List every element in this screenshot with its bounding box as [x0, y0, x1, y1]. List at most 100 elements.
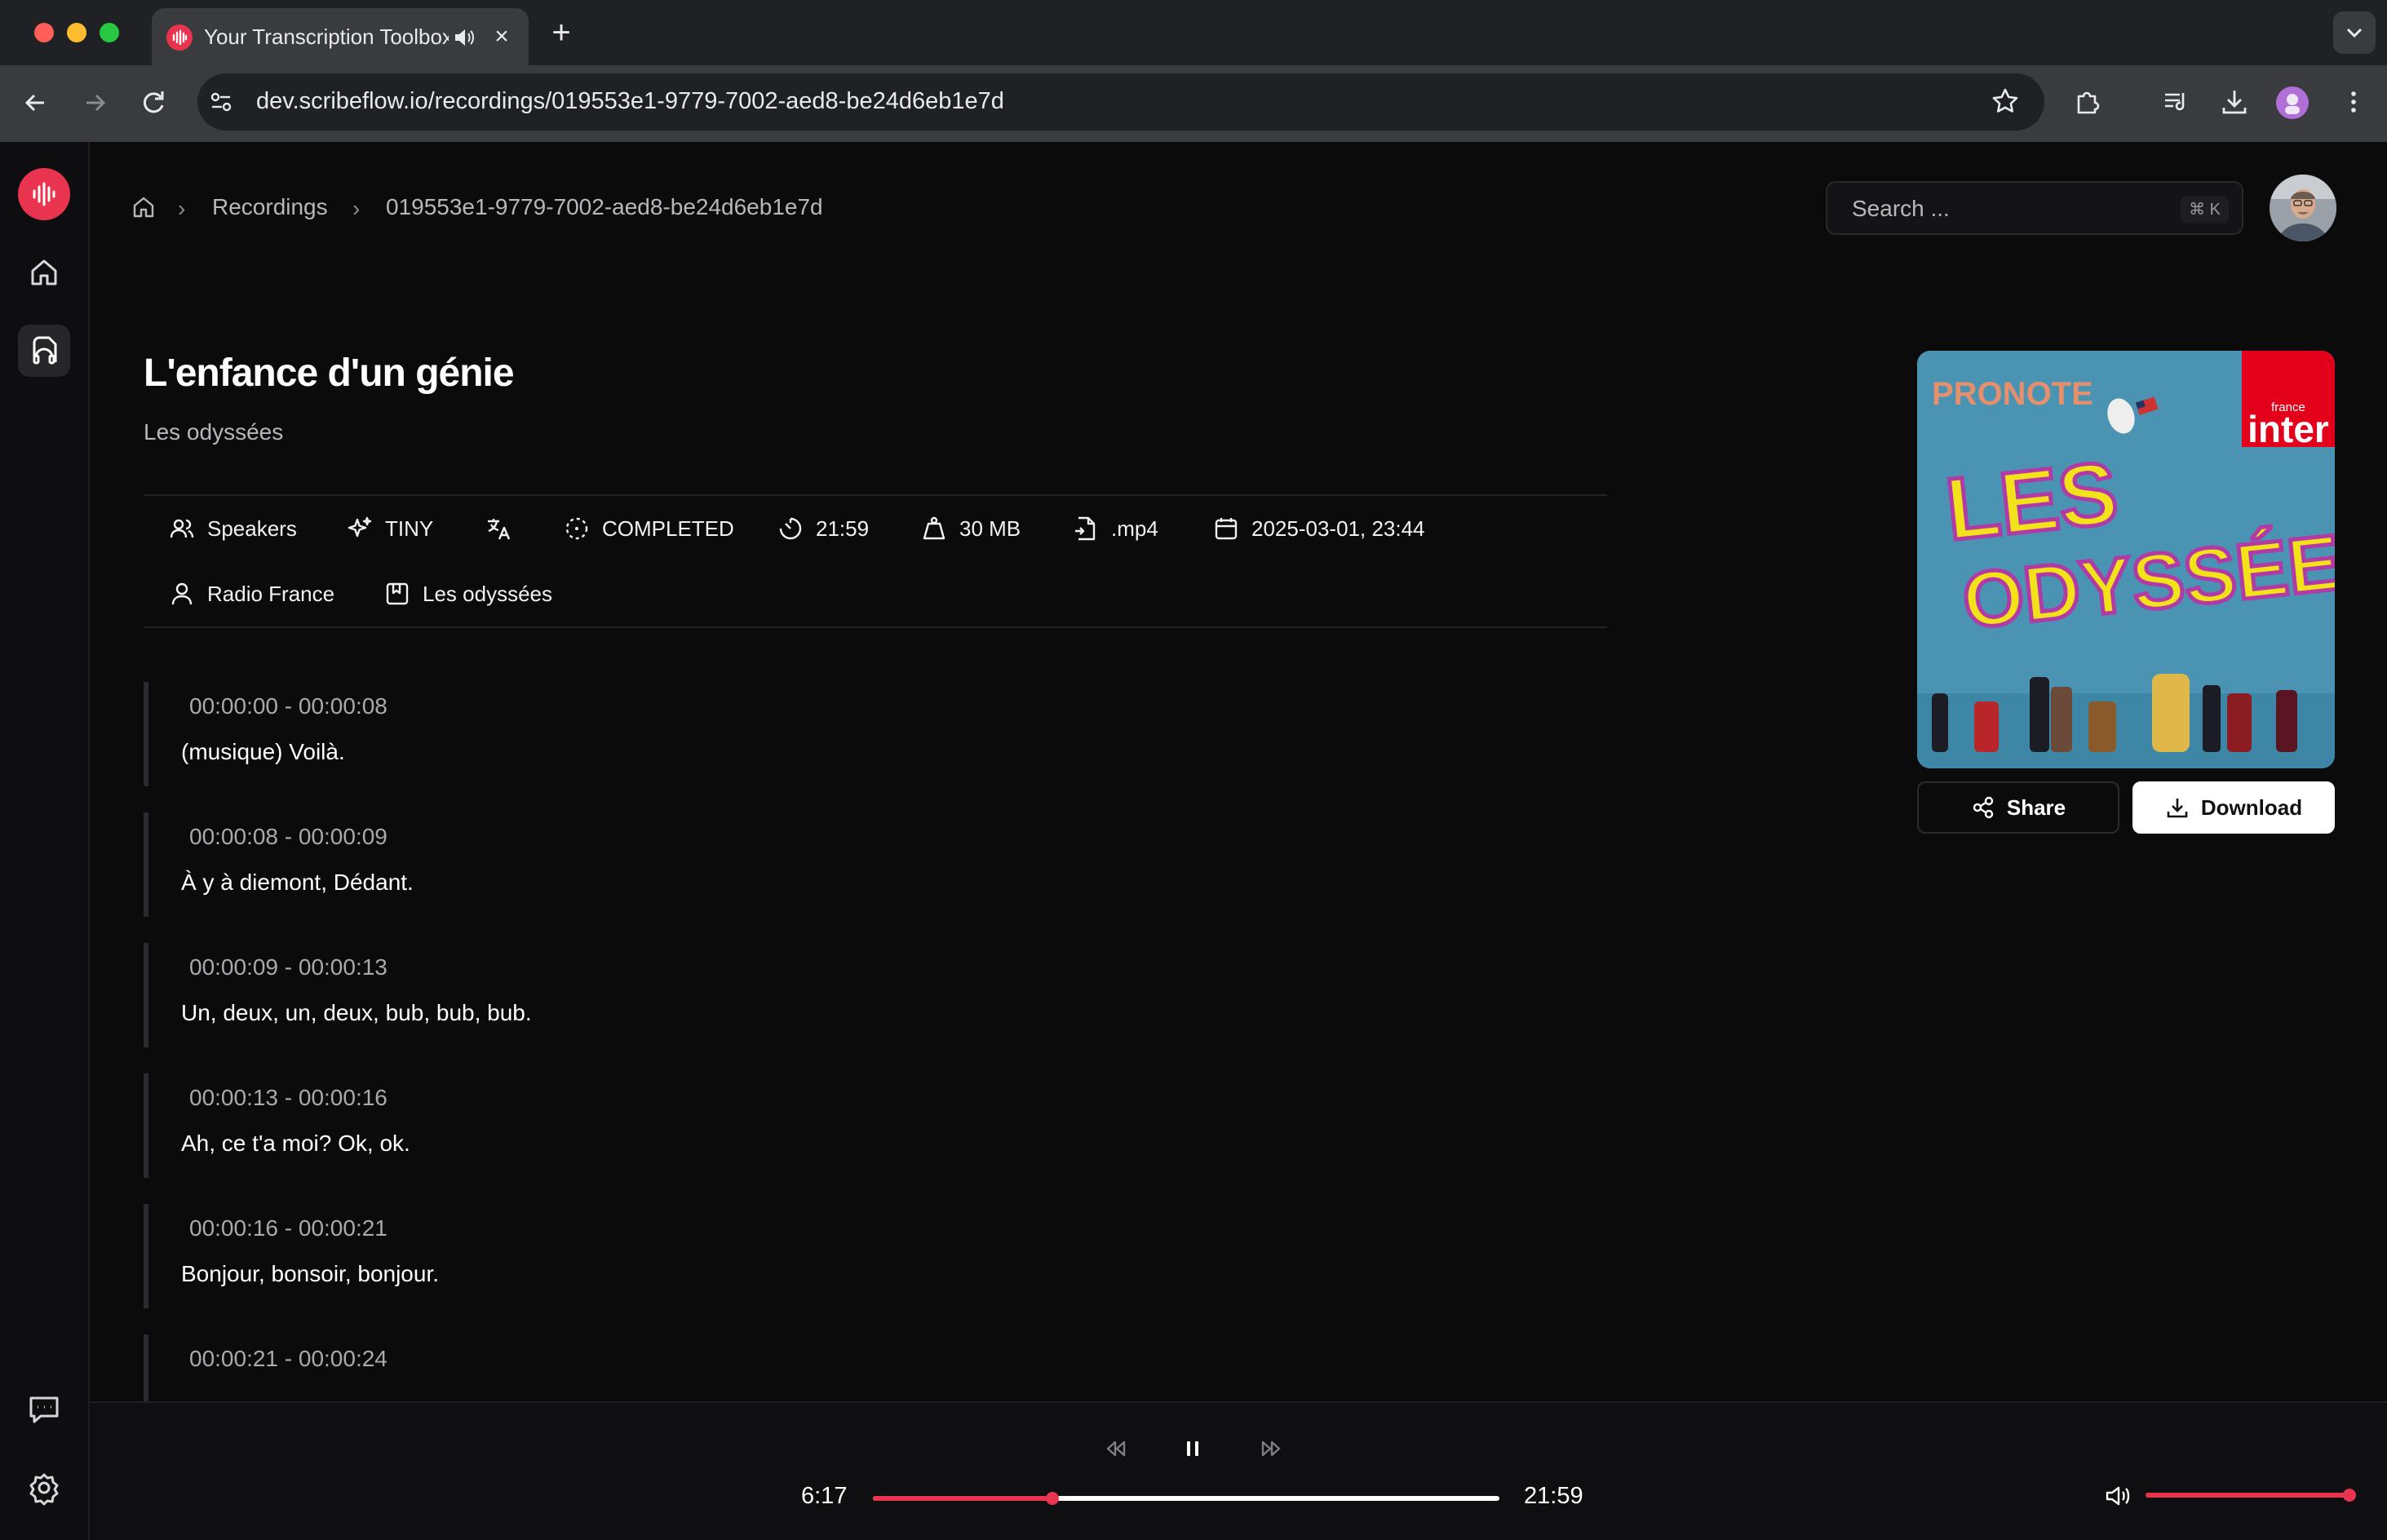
back-arrow-icon[interactable] — [18, 85, 54, 121]
window-close-button[interactable] — [34, 23, 54, 42]
download-button[interactable]: Download — [2132, 781, 2335, 834]
progress-handle[interactable] — [1045, 1492, 1059, 1505]
meta-language[interactable] — [485, 512, 512, 545]
meta-model-label: TINY — [385, 516, 434, 541]
transcript-segment[interactable]: 00:00:00 - 00:00:08 (musique) Voilà. — [144, 682, 1041, 786]
current-time: 6:17 — [801, 1483, 848, 1509]
transcript-segment[interactable]: 00:00:08 - 00:00:09 À y à diemont, Dédan… — [144, 812, 1041, 917]
browser-menu-icon[interactable] — [2338, 86, 2369, 117]
cover-title-line1: LES — [1942, 443, 2123, 559]
meta-duration: 21:59 — [777, 512, 869, 545]
favicon-icon — [166, 24, 193, 51]
page-title: L'enfance d'un génie — [144, 352, 515, 395]
volume-icon[interactable] — [2103, 1481, 2132, 1511]
meta-size: 30 MB — [920, 512, 1021, 545]
breadcrumb-home-icon[interactable] — [129, 192, 158, 222]
tab-title: Your Transcription Toolbox — [204, 24, 449, 49]
search-input[interactable] — [1852, 196, 2146, 222]
url-text[interactable]: dev.scribeflow.io/recordings/019553e1-97… — [256, 88, 1004, 115]
meta-format: .mp4 — [1072, 512, 1158, 545]
recordings-icon — [33, 336, 57, 365]
cover-station-text: inter — [2248, 408, 2329, 450]
meta-duration-label: 21:59 — [816, 516, 870, 541]
meta-publisher[interactable]: Radio France — [168, 578, 334, 610]
waveform-logo-icon[interactable] — [18, 168, 70, 220]
fast-forward-icon[interactable] — [1255, 1432, 1287, 1465]
sidebar-item-settings[interactable] — [18, 1462, 70, 1514]
progress-fill — [873, 1496, 1052, 1501]
segment-text: Ah, ce t'a moi? Ok, ok. — [181, 1131, 410, 1156]
meta-date-label: 2025-03-01, 23:44 — [1251, 516, 1425, 541]
new-tab-button[interactable]: + — [545, 16, 578, 49]
podcast-cover-image: PRONOTE france inter LES ODYSSÉES — [1917, 351, 2335, 768]
breadcrumb-recordings[interactable]: Recordings — [212, 194, 328, 220]
share-button[interactable]: Share — [1917, 781, 2119, 834]
tab-close-icon[interactable]: × — [488, 23, 516, 51]
download-button-label: Download — [2200, 794, 2303, 820]
weight-icon — [923, 516, 946, 540]
browser-profile-avatar[interactable] — [2276, 86, 2309, 119]
share-icon — [1973, 796, 1994, 819]
user-avatar[interactable] — [2270, 175, 2336, 241]
download-icon[interactable] — [2219, 86, 2250, 117]
download-icon — [2167, 799, 2188, 818]
breadcrumb-separator-icon: › — [178, 196, 186, 221]
reload-icon[interactable] — [135, 85, 171, 121]
meta-date: 2025-03-01, 23:44 — [1212, 512, 1425, 545]
search-box[interactable]: ⌘ K — [1826, 181, 2243, 235]
extensions-icon[interactable] — [2072, 86, 2103, 117]
segment-time: 00:00:00 - 00:00:08 — [189, 693, 388, 719]
user-icon — [171, 582, 193, 605]
media-controls-icon[interactable] — [2160, 86, 2191, 117]
forward-arrow-icon[interactable] — [77, 85, 113, 121]
segment-time: 00:00:13 - 00:00:16 — [189, 1085, 388, 1110]
segment-time: 00:00:16 - 00:00:21 — [189, 1215, 388, 1241]
chat-icon — [29, 1396, 59, 1423]
breadcrumb-separator-icon: › — [352, 196, 361, 221]
tab-audio-icon[interactable] — [452, 26, 476, 49]
transcript-segment[interactable]: 00:00:21 - 00:00:24 — [144, 1334, 1041, 1401]
audio-player — [90, 1401, 2387, 1540]
browser-tab[interactable]: Your Transcription Toolbox × — [152, 8, 529, 65]
meta-size-label: 30 MB — [959, 516, 1021, 541]
site-info-icon[interactable] — [209, 90, 233, 114]
home-icon — [31, 259, 57, 285]
bookmark-book-icon — [386, 582, 409, 605]
segment-text: Bonjour, bonsoir, bonjour. — [181, 1261, 440, 1286]
calendar-icon — [1215, 518, 1238, 540]
segment-text: Un, deux, un, deux, bub, bub, bub. — [181, 1000, 532, 1025]
meta-status: COMPLETED — [563, 512, 734, 545]
bookmark-star-icon[interactable] — [1991, 86, 2020, 116]
sidebar-item-home[interactable] — [18, 246, 70, 299]
total-time: 21:59 — [1524, 1483, 1583, 1509]
tab-search-button[interactable] — [2333, 11, 2376, 54]
sidebar-item-recordings[interactable] — [18, 325, 70, 377]
volume-handle[interactable] — [2343, 1489, 2356, 1502]
users-icon — [170, 519, 194, 538]
meta-collection-label: Les odyssées — [423, 581, 552, 606]
page-subtitle: Les odyssées — [144, 419, 284, 445]
transcript-segment[interactable]: 00:00:09 - 00:00:13 Un, deux, un, deux, … — [144, 943, 1041, 1047]
window-minimize-button[interactable] — [67, 23, 86, 42]
segment-time: 00:00:09 - 00:00:13 — [189, 954, 388, 980]
search-shortcut-badge: ⌘ K — [2181, 196, 2229, 223]
sidebar-item-chat[interactable] — [18, 1383, 70, 1436]
segment-time: 00:00:08 - 00:00:09 — [189, 824, 388, 849]
timer-icon — [779, 517, 802, 540]
meta-format-label: .mp4 — [1111, 516, 1158, 541]
breadcrumb-current: 019553e1-9779-7002-aed8-be24d6eb1e7d — [386, 194, 823, 219]
window-zoom-button[interactable] — [100, 23, 119, 42]
translate-icon — [488, 519, 511, 540]
segment-text: À y à diemont, Dédant. — [181, 870, 414, 895]
status-badge: COMPLETED — [602, 516, 734, 541]
segment-text: (musique) Voilà. — [181, 739, 345, 764]
cover-brand-text: PRONOTE — [1932, 376, 2093, 412]
rewind-icon[interactable] — [1100, 1432, 1132, 1465]
transcript-segment[interactable]: 00:00:16 - 00:00:21 Bonjour, bonsoir, bo… — [144, 1204, 1041, 1308]
pause-icon[interactable] — [1176, 1432, 1209, 1465]
file-icon — [1075, 516, 1096, 541]
meta-speakers[interactable]: Speakers — [168, 512, 297, 545]
transcript-segment[interactable]: 00:00:13 - 00:00:16 Ah, ce t'a moi? Ok, … — [144, 1073, 1041, 1178]
meta-collection[interactable]: Les odyssées — [383, 578, 552, 610]
meta-publisher-label: Radio France — [207, 581, 335, 606]
